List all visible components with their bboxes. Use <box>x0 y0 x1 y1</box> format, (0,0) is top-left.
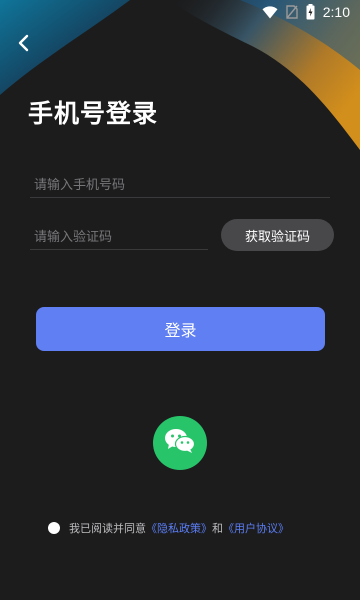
login-button[interactable]: 登录 <box>36 307 325 351</box>
code-field <box>30 226 208 250</box>
no-sim-icon <box>286 5 298 19</box>
agreement-prefix: 我已阅读并同意 <box>69 522 146 535</box>
battery-icon <box>306 4 315 20</box>
privacy-policy-link[interactable]: 《隐私政策》 <box>146 520 212 536</box>
agreement-row: 我已阅读并同意 《隐私政策》 和 《用户协议》 <box>48 519 289 537</box>
wifi-icon <box>262 5 278 19</box>
phone-field <box>30 174 330 198</box>
user-agreement-link[interactable]: 《用户协议》 <box>223 520 289 536</box>
code-input[interactable] <box>30 226 208 249</box>
background-gradient-decoration <box>0 0 360 150</box>
agree-radio[interactable] <box>48 522 60 534</box>
status-bar: 2:10 <box>0 0 360 24</box>
wechat-icon <box>164 427 196 459</box>
status-time: 2:10 <box>322 4 350 20</box>
get-code-button[interactable]: 获取验证码 <box>221 219 334 251</box>
page-title: 手机号登录 <box>28 99 159 128</box>
agreement-conjunction: 和 <box>212 522 223 535</box>
phone-input[interactable] <box>30 174 330 197</box>
wechat-login-button[interactable] <box>153 416 207 470</box>
back-button[interactable] <box>10 32 36 58</box>
chevron-left-icon <box>16 34 30 56</box>
